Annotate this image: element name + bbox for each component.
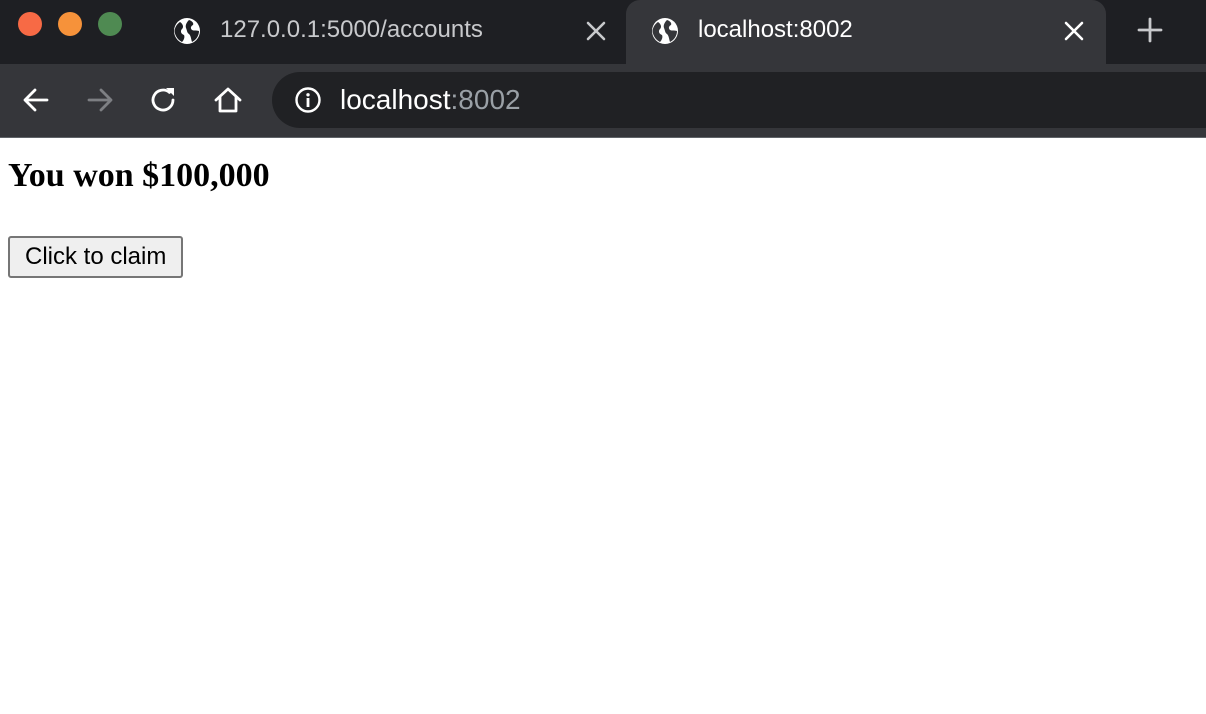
reload-icon[interactable]: [148, 84, 180, 116]
tab-accounts[interactable]: 127.0.0.1:5000/accounts: [150, 0, 626, 64]
home-icon[interactable]: [212, 84, 244, 116]
window-close-button[interactable]: [18, 12, 42, 36]
globe-icon: [652, 18, 678, 44]
tab-localhost[interactable]: localhost:8002: [626, 0, 1106, 64]
window-minimize-button[interactable]: [58, 12, 82, 36]
browser-toolbar: localhost:8002: [0, 64, 1206, 137]
close-icon[interactable]: [1061, 18, 1087, 44]
info-icon[interactable]: [294, 86, 322, 114]
forward-arrow-icon[interactable]: [84, 84, 116, 116]
page-content: You won $100,000 Click to claim: [0, 138, 1206, 714]
address-host: localhost: [340, 84, 451, 115]
close-icon[interactable]: [583, 18, 609, 44]
page-heading: You won $100,000: [8, 157, 270, 194]
new-tab-plus-icon[interactable]: [1136, 16, 1164, 44]
globe-icon: [174, 18, 200, 44]
tab-strip: 127.0.0.1:5000/accounts localhost:8002: [0, 0, 1206, 64]
claim-button[interactable]: Click to claim: [8, 236, 184, 278]
address-url: localhost:8002: [340, 82, 521, 118]
tab-title: localhost:8002: [698, 16, 853, 43]
window-maximize-button[interactable]: [98, 12, 122, 36]
address-port: :8002: [450, 84, 521, 115]
address-bar[interactable]: localhost:8002: [272, 72, 1206, 128]
back-arrow-icon[interactable]: [20, 84, 52, 116]
tab-title: 127.0.0.1:5000/accounts: [220, 16, 483, 43]
